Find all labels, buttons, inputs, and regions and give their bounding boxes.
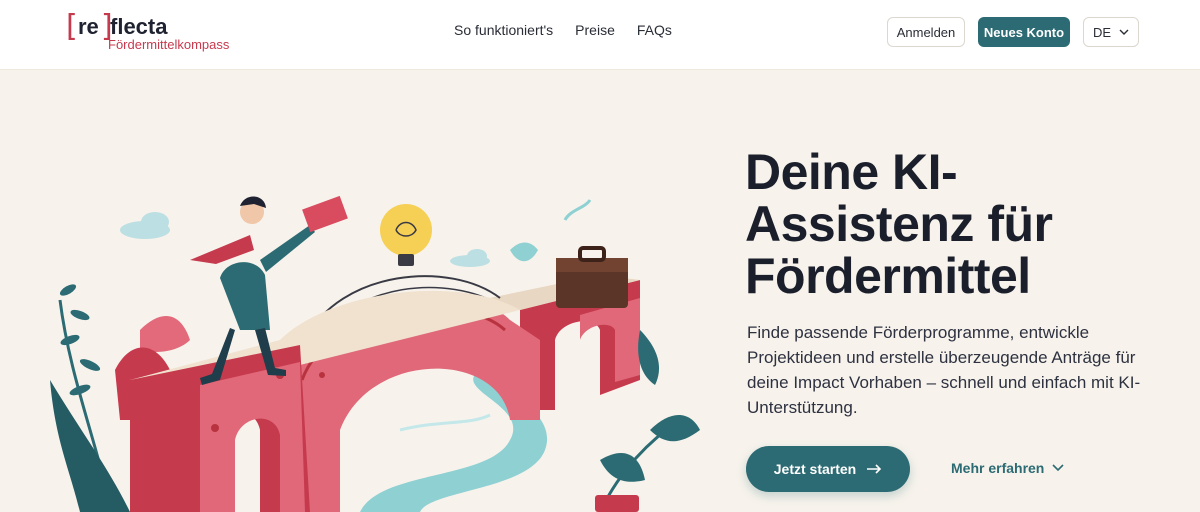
- start-button-label: Jetzt starten: [773, 461, 857, 477]
- arrow-right-icon: [867, 464, 882, 474]
- nav-faqs[interactable]: FAQs: [637, 22, 672, 38]
- logo-wordmark: flecta: [110, 14, 168, 39]
- main-nav: So funktioniert's Preise FAQs: [454, 22, 672, 38]
- bridge: [130, 275, 640, 512]
- chevron-down-icon: [1119, 29, 1129, 35]
- logo-re: re: [78, 14, 99, 39]
- logo-bracket-open: [: [66, 9, 78, 44]
- hero-description: Finde passende Förderprogramme, entwickl…: [747, 323, 1141, 417]
- language-label: DE: [1092, 24, 1112, 40]
- top-navbar: [ re ] flecta Fördermittelkompass So fun…: [0, 0, 1200, 70]
- chevron-down-icon: [1052, 464, 1064, 472]
- learn-more-link[interactable]: Mehr erfahren: [951, 460, 1064, 476]
- language-selector[interactable]: DE: [1083, 17, 1139, 47]
- briefcase-icon: [556, 246, 628, 308]
- login-button[interactable]: Anmelden: [887, 17, 965, 47]
- lightbulb-icon: [380, 204, 432, 266]
- start-button[interactable]: Jetzt starten: [746, 446, 910, 492]
- new-account-button[interactable]: Neues Konto: [978, 17, 1070, 47]
- learn-more-label: Mehr erfahren: [951, 460, 1045, 476]
- nav-how-it-works[interactable]: So funktioniert's: [454, 22, 553, 38]
- hero-title: Deine KI-Assistenz für Fördermittel: [745, 144, 1053, 304]
- hero-illustration: [50, 195, 700, 512]
- reflecta-logo[interactable]: [ re ] flecta Fördermittelkompass: [66, 10, 256, 58]
- nav-pricing[interactable]: Preise: [575, 22, 615, 38]
- logo-subtitle: Fördermittelkompass: [108, 37, 230, 52]
